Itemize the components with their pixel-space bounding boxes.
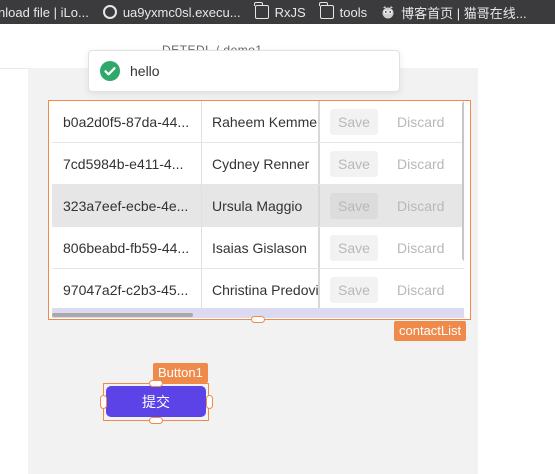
bookmark-folder-rxjs[interactable]: RxJS <box>254 0 320 24</box>
discard-button[interactable]: Discard <box>397 198 444 214</box>
cell-actions: Save Discard <box>320 185 464 226</box>
resize-handle-bottom[interactable] <box>251 316 265 323</box>
cell-id: 97047a2f-c2b3-45... <box>52 269 202 310</box>
table-body: b0a2d0f5-87da-44... Raheem Kemme Save Di… <box>52 101 464 315</box>
cell-id: 323a7eef-ecbe-4e... <box>52 185 202 226</box>
save-button[interactable]: Save <box>330 234 378 261</box>
bookmark-label: tools <box>339 4 368 20</box>
vertical-scrollbar[interactable] <box>462 101 464 261</box>
discard-button[interactable]: Discard <box>397 114 444 130</box>
cell-name: Ursula Maggio <box>202 185 320 226</box>
resize-handle-left[interactable] <box>100 395 107 409</box>
canvas-margin <box>478 68 555 474</box>
cell-actions: Save Discard <box>320 227 464 268</box>
resize-handle-right[interactable] <box>206 395 213 409</box>
table-row[interactable]: 97047a2f-c2b3-45... Christina Predovi Sa… <box>52 269 464 311</box>
toast-notification: hello <box>88 50 400 92</box>
cell-id: b0a2d0f5-87da-44... <box>52 101 202 142</box>
folder-icon <box>254 2 269 19</box>
resize-handle-top[interactable] <box>149 380 163 387</box>
cell-actions: Save Discard <box>320 269 464 310</box>
cell-actions: Save Discard <box>320 143 464 184</box>
cell-id: 806beabd-fb59-44... <box>52 227 202 268</box>
toast-message: hello <box>130 63 160 79</box>
cell-name: Raheem Kemme <box>202 101 320 142</box>
discard-button[interactable]: Discard <box>397 282 444 298</box>
cell-name: Cydney Renner <box>202 143 320 184</box>
save-button[interactable]: Save <box>330 192 378 219</box>
contact-list-table[interactable]: b0a2d0f5-87da-44... Raheem Kemme Save Di… <box>48 100 471 320</box>
bookmark-item[interactable]: ua9yxmc0sl.execu... <box>102 0 255 24</box>
bookmark-item[interactable]: 博客首页 | 猫哥在线... <box>381 0 540 24</box>
horizontal-scrollbar-thumb[interactable] <box>52 313 193 317</box>
save-button[interactable]: Save <box>330 150 378 177</box>
bookmark-item[interactable]: nload file | iLo... <box>0 0 103 24</box>
bookmark-label: ua9yxmc0sl.execu... <box>122 4 241 20</box>
table-row[interactable]: b0a2d0f5-87da-44... Raheem Kemme Save Di… <box>52 101 464 143</box>
table-row[interactable]: 323a7eef-ecbe-4e... Ursula Maggio Save D… <box>52 185 464 227</box>
table-row[interactable]: 806beabd-fb59-44... Isaias Gislason Save… <box>52 227 464 269</box>
bookmark-label: 博客首页 | 猫哥在线... <box>401 5 527 21</box>
save-button[interactable]: Save <box>330 276 378 303</box>
bookmarks-bar: nload file | iLo... ua9yxmc0sl.execu... … <box>0 0 555 24</box>
cell-id: 7cd5984b-e411-4... <box>52 143 202 184</box>
cell-name: Christina Predovi <box>202 269 320 310</box>
component-label-contactlist[interactable]: contactList <box>394 321 467 341</box>
submit-button[interactable]: 提交 <box>106 386 206 417</box>
bookmark-label: RxJS <box>274 4 306 20</box>
cell-actions: Save Discard <box>320 101 464 142</box>
resize-handle-bottom[interactable] <box>149 417 163 424</box>
cell-name: Isaias Gislason <box>202 227 320 268</box>
check-circle-icon <box>100 61 120 81</box>
owl-icon <box>382 6 394 19</box>
discard-button[interactable]: Discard <box>397 156 444 172</box>
bookmark-folder-tools[interactable]: tools <box>319 0 381 24</box>
folder-icon <box>319 2 334 19</box>
bookmark-label: nload file | iLo... <box>0 4 89 20</box>
discard-button[interactable]: Discard <box>397 240 444 256</box>
globe-icon <box>102 5 117 19</box>
table-row[interactable]: 7cd5984b-e411-4... Cydney Renner Save Di… <box>52 143 464 185</box>
save-button[interactable]: Save <box>330 108 378 135</box>
